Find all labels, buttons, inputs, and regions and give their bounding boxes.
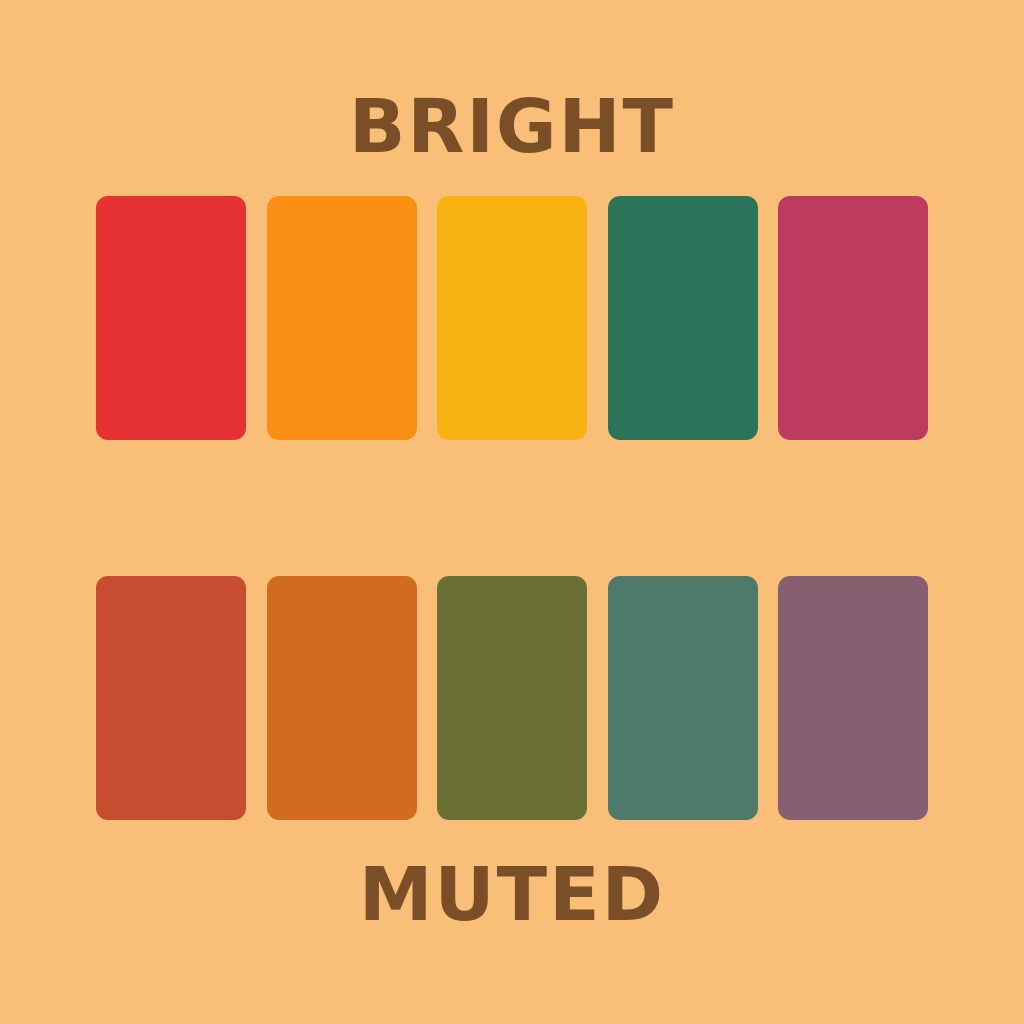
muted-swatch-burnt-orange — [266, 576, 417, 820]
bright-swatch-magenta — [778, 196, 928, 440]
bright-swatch-red — [96, 196, 246, 440]
muted-swatch-rust — [96, 576, 246, 820]
muted-heading: MUTED — [358, 852, 666, 938]
bright-swatch-orange — [266, 196, 417, 440]
bright-heading: BRIGHT — [348, 84, 676, 170]
bright-swatch-row — [96, 196, 928, 440]
muted-swatch-row — [96, 576, 928, 820]
bright-swatch-yellow — [437, 196, 587, 440]
muted-swatch-mauve — [778, 576, 928, 820]
muted-swatch-olive — [437, 576, 587, 820]
bright-swatch-green — [607, 196, 758, 440]
muted-swatch-teal — [607, 576, 758, 820]
